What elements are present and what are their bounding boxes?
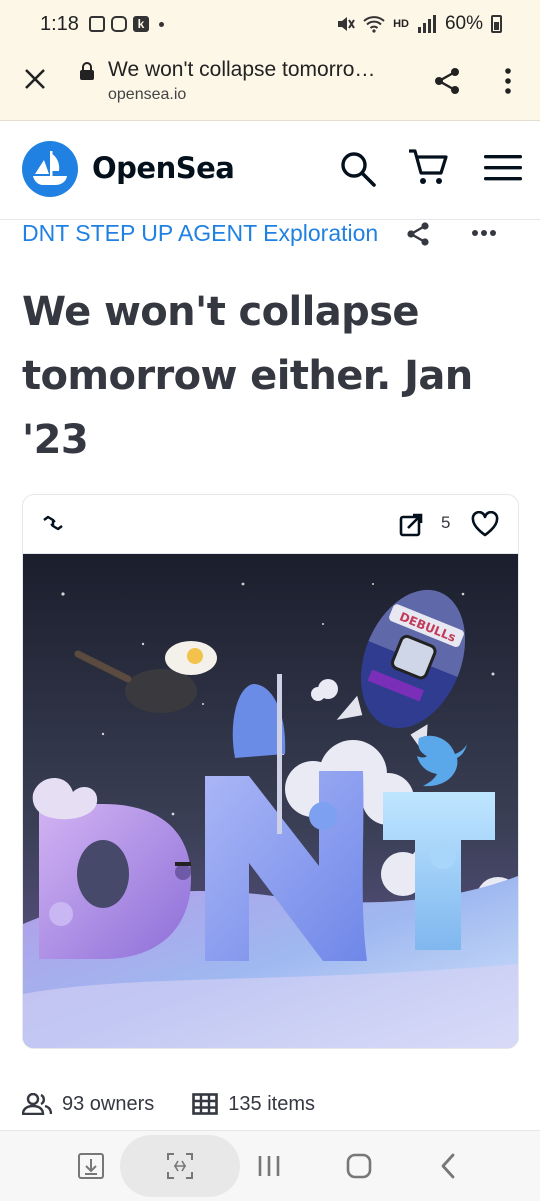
- instagram-notification-icon: [110, 16, 127, 32]
- chain-icon[interactable]: [41, 513, 65, 533]
- cart-icon[interactable]: [406, 147, 450, 187]
- item-media-card: 5 DEBULLs: [22, 494, 519, 1049]
- download-icon[interactable]: [76, 1151, 106, 1181]
- collection-link[interactable]: DNT STEP UP AGENT Exploration: [22, 220, 378, 247]
- back-icon[interactable]: [434, 1151, 464, 1181]
- heart-icon[interactable]: [471, 511, 499, 537]
- card-toolbar: 5: [23, 495, 518, 554]
- item-title: We won't collapse tomorrow either. Jan '…: [22, 289, 473, 463]
- nft-artwork[interactable]: DEBULLs: [23, 554, 518, 1048]
- search-icon[interactable]: [338, 149, 378, 189]
- owners-count: 93 owners: [62, 1092, 155, 1115]
- battery-icon: [491, 15, 502, 33]
- items-count: 135 items: [228, 1092, 315, 1115]
- home-icon[interactable]: [344, 1151, 374, 1181]
- status-system-icons: HD 60%: [335, 0, 502, 48]
- browser-url-host[interactable]: opensea.io: [108, 86, 186, 104]
- hd-voice-label: HD: [393, 18, 409, 30]
- status-bar: 1:18 k HD 60%: [0, 0, 540, 48]
- external-link-icon[interactable]: [399, 513, 423, 537]
- grid-icon: [192, 1093, 219, 1115]
- more-horiz-icon[interactable]: [470, 226, 498, 240]
- more-notifications-icon: [158, 21, 164, 27]
- owners-stat[interactable]: 93 owners: [22, 1093, 154, 1116]
- browser-toolbar: We won't collapse tomorro… opensea.io: [0, 48, 540, 121]
- item-share-icon[interactable]: [404, 220, 432, 248]
- mute-icon: [338, 17, 355, 31]
- wifi-icon: [363, 16, 385, 33]
- recent-apps-icon[interactable]: [254, 1151, 284, 1181]
- items-stat[interactable]: 135 items: [192, 1093, 315, 1116]
- scan-icon: [167, 1153, 193, 1179]
- status-notification-icons: k: [88, 16, 164, 32]
- close-tab-button[interactable]: [20, 64, 50, 94]
- brand-name[interactable]: OpenSea: [92, 151, 235, 185]
- share-icon[interactable]: [432, 66, 462, 96]
- more-vert-icon[interactable]: [498, 66, 518, 96]
- lock-icon: [80, 62, 94, 80]
- status-time: 1:18: [40, 12, 79, 35]
- system-navigation-bar: [0, 1130, 540, 1201]
- opensea-logo-icon[interactable]: [22, 141, 78, 197]
- favorite-count: 5: [441, 513, 451, 532]
- browser-page-title[interactable]: We won't collapse tomorro…: [108, 58, 408, 82]
- site-header: OpenSea: [0, 121, 540, 220]
- battery-percent: 60%: [444, 13, 483, 34]
- scan-pill[interactable]: [120, 1135, 240, 1197]
- k-app-notification-icon: k: [132, 16, 149, 32]
- collection-stats: 93 owners 135 items: [22, 1088, 353, 1120]
- gallery-notification-icon: [88, 16, 105, 32]
- close-icon: [25, 69, 45, 89]
- menu-icon[interactable]: [484, 153, 522, 183]
- signal-icon: [417, 15, 436, 33]
- people-icon: [22, 1093, 52, 1115]
